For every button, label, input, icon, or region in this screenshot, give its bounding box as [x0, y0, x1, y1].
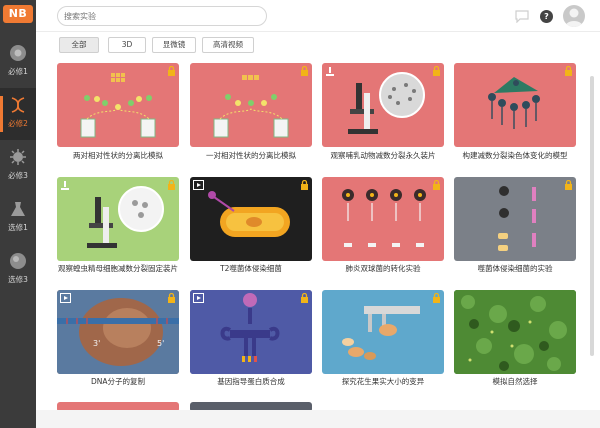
filter-microscope[interactable]: 显微镜 — [152, 37, 196, 53]
experiment-card[interactable] — [190, 177, 312, 261]
cell-icon — [10, 45, 26, 61]
search-box[interactable] — [57, 6, 267, 26]
sidebar-item-bixiu3[interactable]: 必修3 — [0, 140, 36, 192]
experiment-card[interactable] — [190, 290, 312, 374]
lock-icon — [565, 180, 572, 190]
card-thumbnail — [488, 77, 540, 129]
molecule-icon — [10, 253, 26, 269]
card-title: 观察蝗虫精母细胞减数分裂固定装片 — [58, 264, 178, 273]
flask-icon — [11, 202, 25, 216]
video-icon — [193, 180, 204, 190]
sidebar-item-bixiu1[interactable]: 必修1 — [0, 36, 36, 88]
search-input[interactable] — [64, 9, 260, 23]
card-title: 探究花生果实大小的变异 — [341, 377, 425, 386]
sidebar-item-label: 选修1 — [8, 223, 28, 232]
experiment-card[interactable] — [57, 63, 179, 147]
card-thumbnail: 3' 5' — [57, 290, 179, 374]
card-thumbnail — [208, 191, 290, 237]
filter-hd-video[interactable]: 高清视频 — [202, 37, 254, 53]
lock-icon — [301, 180, 308, 190]
card-thumbnail — [342, 189, 426, 247]
filter-all[interactable]: 全部 — [59, 37, 99, 53]
scrollbar-thumb[interactable] — [590, 76, 594, 356]
experiment-card[interactable] — [454, 177, 576, 261]
experiment-card[interactable] — [322, 177, 444, 261]
card-title: 基因指导蛋白质合成 — [217, 377, 285, 386]
lock-icon — [565, 66, 572, 76]
video-icon — [60, 293, 71, 303]
sidebar-item-label: 选修3 — [8, 275, 28, 284]
card-title: 观察哺乳动物减数分裂永久装片 — [330, 151, 436, 160]
card-title: T2噬菌体侵染细菌 — [220, 264, 282, 273]
card-thumbnail — [498, 186, 536, 251]
lock-icon — [168, 180, 175, 190]
dna-icon — [11, 97, 25, 113]
experiment-card[interactable] — [190, 63, 312, 147]
experiment-card[interactable] — [454, 290, 576, 374]
lock-icon — [168, 66, 175, 76]
message-icon[interactable] — [514, 9, 530, 23]
scrollbar[interactable] — [588, 36, 596, 428]
experiment-card[interactable] — [454, 63, 576, 147]
card-title: 构建减数分裂染色体变化的模型 — [462, 151, 568, 160]
experiment-grid: 两对相对性状的分离比模拟 一对相对性状的分离比模拟 观察哺乳动物减数分裂永久装片… — [36, 60, 584, 428]
sidebar-item-bixiu2[interactable]: 必修2 — [0, 88, 36, 140]
card-title: DNA分子的复制 — [90, 377, 146, 386]
card-thumbnail — [87, 186, 164, 248]
experiment-card[interactable]: 3' 5' — [57, 290, 179, 374]
microscope-icon — [326, 67, 334, 76]
sidebar-item-label: 必修3 — [8, 171, 28, 180]
filter-3d[interactable]: 3D — [108, 37, 146, 53]
lock-icon — [433, 293, 440, 303]
experiment-card[interactable] — [57, 177, 179, 261]
avatar[interactable] — [563, 5, 585, 27]
card-title: 噬菌体侵染细菌的实验 — [477, 264, 553, 273]
app-logo: NB — [3, 5, 33, 23]
experiment-card[interactable] — [322, 63, 444, 147]
sidebar-item-xuanxiu3[interactable]: 选修3 — [0, 244, 36, 296]
card-thumbnail — [342, 306, 420, 360]
card-thumbnail — [454, 290, 576, 374]
card-thumbnail — [213, 75, 289, 138]
lock-icon — [433, 66, 440, 76]
card-thumbnail — [348, 72, 425, 134]
sidebar-item-xuanxiu1[interactable]: 选修1 — [0, 192, 36, 244]
card-title: 模拟自然选择 — [492, 377, 538, 386]
virus-icon — [10, 149, 26, 165]
bottom-strip — [36, 410, 600, 428]
sidebar-item-label: 必修1 — [8, 67, 28, 76]
card-title: 一对相对性状的分离比模拟 — [206, 151, 296, 160]
card-title: 两对相对性状的分离比模拟 — [73, 151, 163, 160]
lock-icon — [433, 180, 440, 190]
help-icon[interactable]: ? — [540, 10, 553, 23]
microscope-icon — [61, 181, 69, 190]
top-bar: ? — [36, 0, 600, 32]
sidebar: NB 必修1 必修2 必修3 选修1 选修3 — [0, 0, 36, 428]
experiment-card[interactable] — [322, 290, 444, 374]
dna-end-label-left: 3' — [93, 339, 100, 348]
lock-icon — [301, 66, 308, 76]
video-icon — [193, 293, 204, 303]
user-icon — [565, 8, 583, 27]
lock-icon — [168, 293, 175, 303]
lock-icon — [301, 293, 308, 303]
card-thumbnail — [80, 73, 156, 138]
card-thumbnail — [190, 290, 312, 374]
card-title: 肺炎双球菌的转化实验 — [345, 264, 421, 273]
sidebar-item-label: 必修2 — [8, 119, 28, 128]
dna-end-label-right: 5' — [157, 339, 164, 348]
